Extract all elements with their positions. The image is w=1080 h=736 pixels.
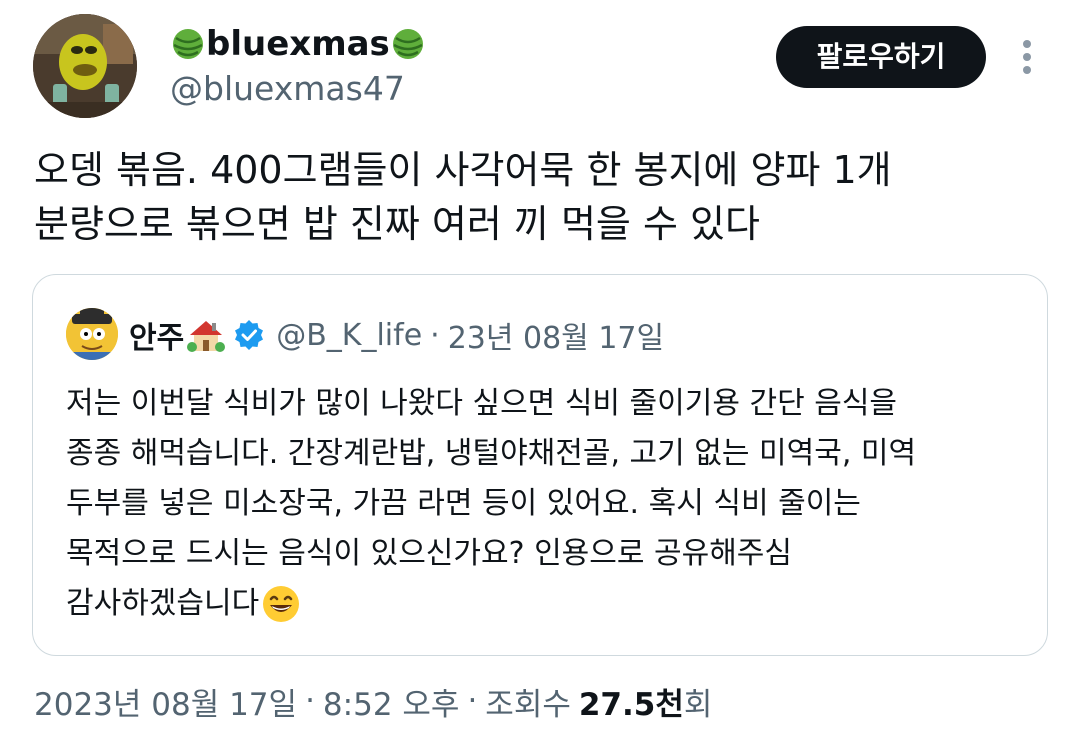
quote-author-name[interactable]: 안주 <box>129 313 184 357</box>
tweet-text-line: 오뎅 볶음. 400그램들이 사각어묵 한 봉지에 양파 1개 <box>34 148 892 192</box>
quote-text: 저는 이번달 식비가 많이 나왔다 싶으면 식비 줄이기용 간단 음식을 종종 … <box>66 379 1036 629</box>
watermelon-ball-icon <box>173 29 203 59</box>
tweet-time[interactable]: 8:52 오후 <box>323 679 460 724</box>
quote-text-line: 저는 이번달 식비가 많이 나왔다 싶으면 식비 줄이기용 간단 음식을 <box>66 379 1036 429</box>
separator: · <box>467 683 478 719</box>
quote-text-line-content: 목적으로 드시는 음식이 있으신가요? 인용으로 공유해주심 <box>66 536 793 571</box>
quote-date[interactable]: 23년 08월 17일 <box>448 313 664 357</box>
views-count: 27.5천 <box>578 686 684 723</box>
quote-text-line-content: 두부를 넣은 미소장국, 가끔 라면 등이 있어요. 혹시 식비 줄이는 <box>66 486 861 521</box>
quote-text-line: 두부를 넣은 미소장국, 가끔 라면 등이 있어요. 혹시 식비 줄이는 <box>66 479 1036 529</box>
quote-text-line-content: 저는 이번달 식비가 많이 나왔다 싶으면 식비 줄이기용 간단 음식을 <box>66 386 898 421</box>
quote-author-handle[interactable]: @B_K_life <box>276 318 422 353</box>
grinning-face-icon <box>263 586 300 622</box>
quote-text-line-content: 감사하겠습니다 <box>66 586 260 621</box>
separator: · <box>305 683 315 719</box>
quote-text-line-content: 종종 해먹습니다. 간장계란밥, 냉털야채전골, 고기 없는 미역국, 미역 <box>66 436 917 471</box>
author-avatar[interactable] <box>33 14 137 118</box>
verified-badge-icon <box>235 320 264 350</box>
tweet-text-line: 분량으로 볶으면 밥 진짜 여러 끼 먹을 수 있다 <box>34 202 760 246</box>
quote-author-avatar[interactable] <box>66 308 118 360</box>
tweet-date[interactable]: 2023년 08월 17일 <box>34 679 297 724</box>
quote-text-line: 감사하겠습니다 <box>66 579 1036 629</box>
quote-header: 안주 @B_K_life · 23년 08월 17일 <box>129 311 664 359</box>
tweet-text: 오뎅 볶음. 400그램들이 사각어묵 한 봉지에 양파 1개 분량으로 볶으면… <box>34 143 1044 251</box>
author-name-text: bluexmas <box>206 24 390 64</box>
quote-text-line: 목적으로 드시는 음식이 있으신가요? 인용으로 공유해주심 <box>66 529 1036 579</box>
more-options-icon[interactable] <box>1010 36 1044 78</box>
separator: · <box>430 317 440 353</box>
views-label: 조회수 <box>485 686 571 723</box>
watermelon-ball-icon <box>392 29 423 59</box>
follow-button[interactable]: 팔로우하기 <box>776 26 986 88</box>
quote-text-line: 종종 해먹습니다. 간장계란밥, 냉털야채전골, 고기 없는 미역국, 미역 <box>66 429 1036 479</box>
tweet-header: bluexmas @bluexmas47 팔로우하기 <box>0 0 1080 130</box>
author-handle[interactable]: @bluexmas47 <box>170 68 405 110</box>
tweet-meta: 2023년 08월 17일 · 8:52 오후 · 조회수 27.5천 회 <box>34 676 712 726</box>
views-suffix: 회 <box>683 686 713 723</box>
quoted-tweet-card[interactable]: 안주 @B_K_life · 23년 08월 17일 저는 이번달 식비가 많이… <box>32 274 1048 656</box>
author-name[interactable]: bluexmas <box>170 22 426 66</box>
house-garden-icon <box>187 321 226 352</box>
